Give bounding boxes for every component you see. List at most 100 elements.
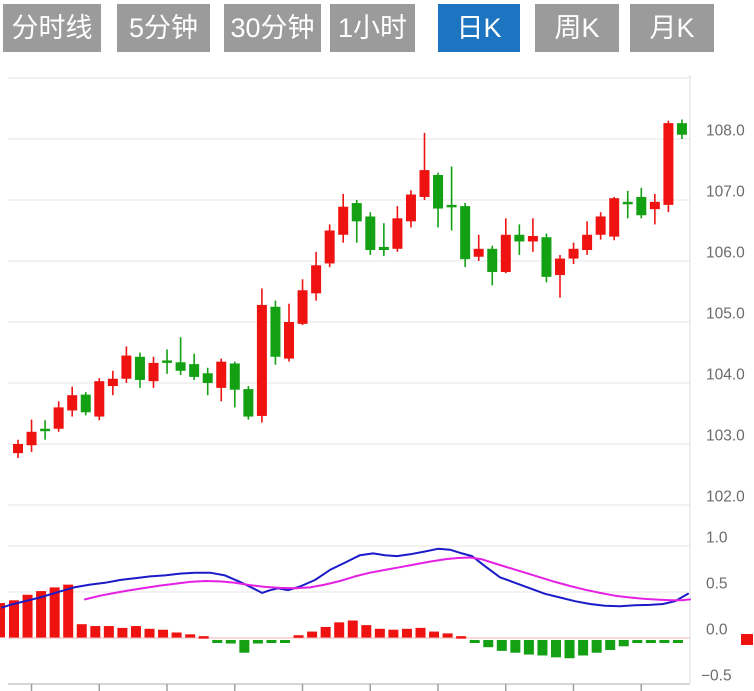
- tab-5min[interactable]: 5分钟: [117, 4, 210, 52]
- candle-body: [392, 218, 402, 249]
- candle-body: [189, 364, 199, 377]
- candle: [582, 221, 592, 255]
- macd-histogram-bar: [158, 630, 168, 638]
- candle: [501, 218, 511, 273]
- macd-histogram-bar: [443, 633, 453, 637]
- macd-histogram-bar: [673, 640, 683, 643]
- candle: [243, 386, 253, 420]
- candle: [176, 337, 186, 375]
- candle-body: [121, 356, 131, 379]
- candle-body: [582, 235, 592, 250]
- candle: [406, 190, 416, 227]
- macd-histogram-bar: [416, 628, 426, 638]
- tab-1hour[interactable]: 1小时: [330, 4, 415, 52]
- macd-histogram-bar: [239, 640, 249, 653]
- candle-body: [135, 357, 145, 380]
- macd-histogram-bar: [592, 640, 602, 653]
- candle-body: [108, 379, 118, 386]
- indicator-tick-label: −0.5: [701, 668, 732, 685]
- candle-body: [460, 206, 470, 259]
- macd-histogram-bar: [605, 640, 615, 650]
- macd-histogram-bar: [131, 626, 141, 637]
- dea-line: [85, 558, 690, 601]
- candle-body: [541, 237, 551, 277]
- price-tick-label: 108.0: [706, 123, 745, 140]
- candle-body: [325, 231, 335, 264]
- macd-histogram-bar: [524, 640, 534, 655]
- candle: [352, 200, 362, 243]
- macd-histogram-bar: [565, 640, 575, 658]
- candle: [447, 166, 457, 230]
- candle: [216, 359, 226, 402]
- candle-body: [623, 202, 633, 204]
- macd-histogram-bar: [402, 629, 412, 638]
- macd-histogram-bar: [9, 600, 19, 637]
- tab-monthly[interactable]: 月K: [630, 4, 714, 52]
- candle-body: [501, 235, 511, 272]
- candle-body: [203, 373, 213, 383]
- candle: [284, 304, 294, 362]
- macd-histogram-bar: [266, 640, 276, 643]
- kline-chart[interactable]: 108.0107.0106.0105.0104.0103.0102.01.00.…: [0, 0, 754, 691]
- candle: [270, 301, 280, 365]
- macd-histogram-bar: [280, 640, 290, 643]
- tab-daily[interactable]: 日K: [438, 4, 520, 52]
- candle: [609, 197, 619, 240]
- candle-body: [352, 203, 362, 221]
- candle: [338, 194, 348, 243]
- macd-histogram-bar: [348, 621, 358, 638]
- candle: [528, 218, 538, 252]
- candle-body: [311, 265, 321, 293]
- candle: [420, 133, 430, 200]
- candle: [596, 212, 606, 239]
- price-tick-label: 106.0: [706, 245, 745, 262]
- candle-body: [650, 202, 660, 209]
- macd-histogram-bar: [117, 628, 127, 638]
- tab-30min[interactable]: 30分钟: [224, 4, 321, 52]
- candle: [230, 362, 240, 408]
- kline-app: 分时线 5分钟 30分钟1小时日K 周K月K 108.0107.0106.0105.0…: [0, 0, 754, 691]
- candle: [203, 368, 213, 395]
- candle: [379, 223, 389, 256]
- candle: [27, 420, 37, 452]
- macd-current-marker: [741, 634, 753, 645]
- candle: [555, 255, 565, 298]
- macd-histogram-bar: [497, 640, 507, 651]
- tab-timeline[interactable]: 分时线: [3, 4, 101, 52]
- macd-histogram-bar: [646, 640, 656, 643]
- candle-body: [298, 290, 308, 324]
- tab-weekly[interactable]: 周K: [535, 4, 619, 52]
- candle: [663, 121, 673, 213]
- candle: [94, 378, 104, 420]
- candle-body: [270, 307, 280, 357]
- price-tick-label: 102.0: [706, 489, 745, 506]
- candle-body: [338, 207, 348, 235]
- macd-histogram-bar: [226, 640, 236, 644]
- candle-body: [609, 198, 619, 236]
- candle: [541, 234, 551, 283]
- candle: [40, 420, 50, 440]
- candle: [514, 224, 524, 255]
- macd-histogram-bar: [185, 634, 195, 637]
- candle: [13, 440, 23, 458]
- candle: [433, 173, 443, 228]
- candle-body: [474, 249, 484, 257]
- candle-body: [487, 249, 497, 272]
- dif-line: [2, 549, 688, 608]
- candle-body: [176, 362, 186, 371]
- candle-body: [433, 175, 443, 209]
- macd-histogram-bar: [307, 632, 317, 638]
- macd-histogram-bar: [172, 632, 182, 637]
- candle-body: [284, 322, 294, 359]
- candle-body: [514, 235, 524, 242]
- macd-histogram-bar: [253, 640, 263, 644]
- candle-body: [365, 216, 375, 250]
- candle-body: [162, 360, 172, 362]
- macd-histogram-bar: [659, 640, 669, 643]
- candle-body: [447, 205, 457, 207]
- indicator-tick-label: 0.0: [706, 622, 728, 639]
- candle-body: [663, 123, 673, 205]
- candle: [460, 203, 470, 267]
- candle: [623, 191, 633, 218]
- macd-histogram-bar: [145, 629, 155, 638]
